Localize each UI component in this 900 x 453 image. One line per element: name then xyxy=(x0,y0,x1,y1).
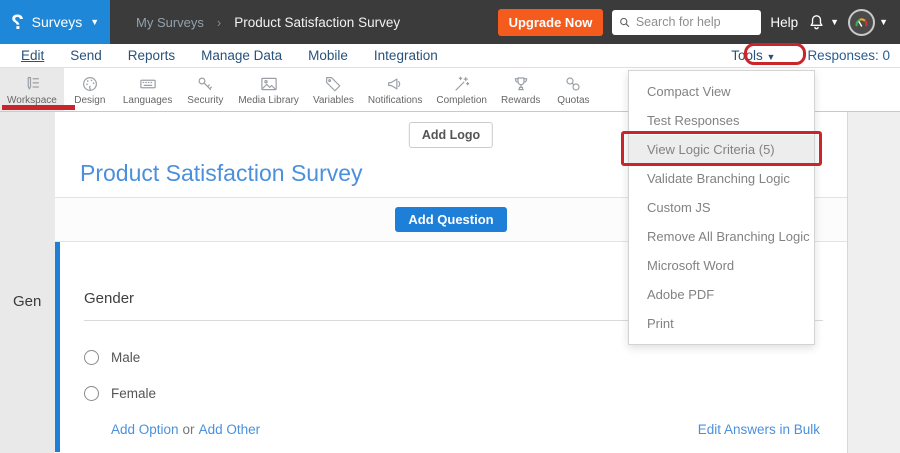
bell-icon xyxy=(807,13,826,32)
toolbar-item-languages[interactable]: Languages xyxy=(116,68,180,111)
menu-item-view-logic-criteria[interactable]: View Logic Criteria (5) xyxy=(629,135,814,164)
survey-builder-app: ? Surveys ▼ My Surveys › Product Satisfa… xyxy=(0,0,900,453)
notifications-menu[interactable]: ▼ xyxy=(807,13,839,32)
keyboard-icon xyxy=(139,75,157,93)
add-links-group: Add Option or Add Other xyxy=(111,422,260,437)
avatar xyxy=(848,9,875,36)
answer-option-row: Male xyxy=(84,350,823,365)
tab-edit[interactable]: Edit xyxy=(8,48,57,63)
toolbar-item-notifications[interactable]: Notifications xyxy=(361,68,429,111)
toolbar-item-media-library[interactable]: Media Library xyxy=(231,68,306,111)
add-other-link[interactable]: Add Other xyxy=(199,422,261,437)
tag-icon xyxy=(324,75,342,93)
toolbar-item-variables[interactable]: Variables xyxy=(306,68,361,111)
toolbar-item-label: Security xyxy=(187,95,223,106)
upgrade-now-button[interactable]: Upgrade Now xyxy=(498,9,604,36)
toolbar-item-label: Workspace xyxy=(7,95,57,106)
main-nav: Edit Send Reports Manage Data Mobile Int… xyxy=(0,44,900,68)
menu-item-custom-js[interactable]: Custom JS xyxy=(629,193,814,222)
toolbar-item-workspace[interactable]: Workspace xyxy=(0,68,64,111)
option-label-male[interactable]: Male xyxy=(111,350,140,365)
toolbar-item-quotas[interactable]: Quotas xyxy=(547,68,599,111)
chevron-down-icon: ▼ xyxy=(830,18,839,27)
key-icon xyxy=(196,75,214,93)
toolbar-item-label: Notifications xyxy=(368,95,422,106)
help-search-box xyxy=(612,10,761,35)
toolbar-item-completion[interactable]: Completion xyxy=(429,68,494,111)
toolbar-item-label: Media Library xyxy=(238,95,299,106)
tools-menu-button[interactable]: Tools ▼ xyxy=(731,48,775,63)
help-link[interactable]: Help xyxy=(770,15,798,30)
menu-item-validate-branching-logic[interactable]: Validate Branching Logic xyxy=(629,164,814,193)
toolbar-item-rewards[interactable]: Rewards xyxy=(494,68,547,111)
nav-right-group: Tools ▼ Responses: 0 xyxy=(731,48,900,63)
topbar-right-group: Upgrade Now Help ▼ xyxy=(498,9,900,36)
tab-mobile[interactable]: Mobile xyxy=(295,48,361,63)
breadcrumb-separator-icon: › xyxy=(217,15,221,30)
chain-links-icon xyxy=(564,75,582,93)
radio-male[interactable] xyxy=(84,350,99,365)
chevron-down-icon: ▼ xyxy=(90,18,99,27)
top-bar: ? Surveys ▼ My Surveys › Product Satisfa… xyxy=(0,0,900,44)
gauge-icon xyxy=(853,14,870,31)
toolbar-item-label: Rewards xyxy=(501,95,540,106)
option-links-row: Add Option or Add Other Edit Answers in Bu… xyxy=(84,422,823,437)
proprofs-logo-icon: ? xyxy=(11,12,24,33)
breadcrumb-current-page: Product Satisfaction Survey xyxy=(234,15,400,30)
megaphone-icon xyxy=(386,75,404,93)
add-option-link[interactable]: Add Option xyxy=(111,422,179,437)
question-list-rail: Gen xyxy=(0,112,55,453)
tab-reports[interactable]: Reports xyxy=(115,48,188,63)
add-question-button[interactable]: Add Question xyxy=(395,207,506,232)
menu-item-microsoft-word[interactable]: Microsoft Word xyxy=(629,251,814,280)
magic-wand-icon xyxy=(453,75,471,93)
breadcrumb: My Surveys › Product Satisfaction Survey xyxy=(136,15,400,30)
chevron-down-icon: ▼ xyxy=(767,52,776,62)
or-label: or xyxy=(183,422,195,437)
help-search-input[interactable] xyxy=(636,15,755,29)
image-icon xyxy=(260,75,278,93)
toolbar-item-label: Quotas xyxy=(557,95,589,106)
palette-icon xyxy=(81,75,99,93)
radio-female[interactable] xyxy=(84,386,99,401)
add-logo-button[interactable]: Add Logo xyxy=(409,122,493,148)
menu-item-remove-all-branching-logic[interactable]: Remove All Branching Logic xyxy=(629,222,814,251)
tools-dropdown-menu: Compact View Test Responses View Logic C… xyxy=(628,70,815,345)
tab-send[interactable]: Send xyxy=(57,48,115,63)
trophy-icon xyxy=(512,75,530,93)
workspace-icon xyxy=(23,75,41,93)
breadcrumb-my-surveys[interactable]: My Surveys xyxy=(136,15,204,30)
account-menu[interactable]: ▼ xyxy=(848,9,888,36)
toolbar-item-security[interactable]: Security xyxy=(179,68,231,111)
toolbar-item-label: Completion xyxy=(436,95,487,106)
question-list-item-gender[interactable]: Gen xyxy=(13,293,41,310)
tab-manage-data[interactable]: Manage Data xyxy=(188,48,295,63)
option-label-female[interactable]: Female xyxy=(111,386,156,401)
search-icon xyxy=(619,16,630,29)
chevron-down-icon: ▼ xyxy=(879,18,888,27)
menu-item-adobe-pdf[interactable]: Adobe PDF xyxy=(629,280,814,309)
edit-answers-in-bulk-link[interactable]: Edit Answers in Bulk xyxy=(698,422,820,437)
tab-integration[interactable]: Integration xyxy=(361,48,451,63)
product-switcher-label: Surveys xyxy=(32,14,83,30)
toolbar-item-label: Variables xyxy=(313,95,354,106)
menu-item-compact-view[interactable]: Compact View xyxy=(629,77,814,106)
tools-label: Tools xyxy=(731,48,763,63)
menu-item-print[interactable]: Print xyxy=(629,309,814,338)
menu-item-test-responses[interactable]: Test Responses xyxy=(629,106,814,135)
toolbar-item-label: Languages xyxy=(123,95,173,106)
toolbar-item-design[interactable]: Design xyxy=(64,68,116,111)
toolbar-item-label: Design xyxy=(74,95,105,106)
responses-count[interactable]: Responses: 0 xyxy=(807,48,890,63)
answer-option-row: Female xyxy=(84,386,823,401)
survey-title[interactable]: Product Satisfaction Survey xyxy=(80,160,363,187)
product-switcher[interactable]: ? Surveys ▼ xyxy=(0,0,110,44)
